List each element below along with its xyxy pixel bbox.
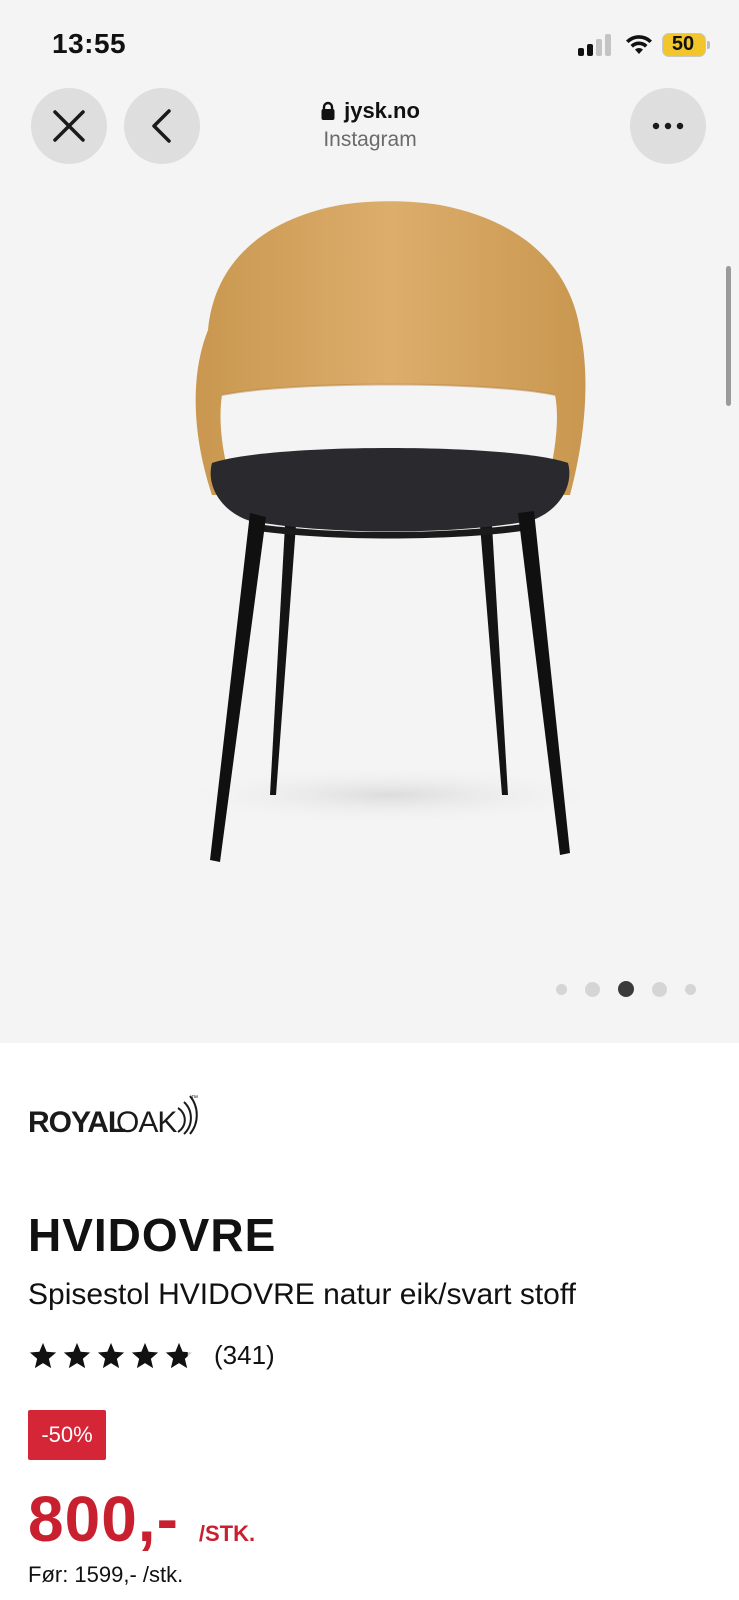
url-domain: jysk.no xyxy=(344,98,420,123)
review-count[interactable]: (341) xyxy=(214,1340,275,1371)
product-description: Spisestol HVIDOVRE natur eik/svart stoff xyxy=(28,1278,576,1311)
chevron-left-icon xyxy=(152,109,171,143)
rating-stars xyxy=(28,1341,194,1371)
carousel-dot[interactable] xyxy=(585,981,600,997)
carousel-dot[interactable] xyxy=(652,981,667,997)
old-price: Før: 1599,- /stk. xyxy=(28,1562,184,1587)
carousel-dots[interactable] xyxy=(556,979,696,999)
back-button[interactable] xyxy=(124,88,200,164)
status-time: 13:55 xyxy=(52,28,127,59)
battery-tip xyxy=(707,41,710,49)
signal-icon xyxy=(578,34,614,56)
price-row: 800,- /STK. xyxy=(28,1482,255,1556)
product-gallery[interactable]: 13:55 50 jysk.no Instagram xyxy=(0,0,739,1043)
scroll-indicator[interactable] xyxy=(726,266,731,406)
price: 800,- xyxy=(28,1483,179,1555)
brand-logo-oak: OAK xyxy=(116,1106,177,1139)
url-source: Instagram xyxy=(323,128,417,151)
product-name: HVIDOVRE xyxy=(28,1209,277,1261)
chair-photo xyxy=(160,201,620,862)
price-unit: /STK. xyxy=(198,1521,256,1546)
star-icon xyxy=(29,1342,57,1368)
carousel-dot[interactable] xyxy=(685,983,696,995)
address-bar[interactable]: jysk.no Instagram xyxy=(270,98,470,152)
discount-badge: -50% xyxy=(28,1410,106,1460)
battery-level: 50 xyxy=(671,33,695,55)
star-icon xyxy=(131,1342,159,1368)
brand-logo-tm: ™ xyxy=(191,1095,198,1102)
star-icon xyxy=(97,1342,125,1368)
carousel-dot[interactable] xyxy=(556,983,567,995)
wifi-icon xyxy=(626,35,652,54)
close-icon xyxy=(53,110,85,142)
brand-logo[interactable]: ROYAL OAK ™ xyxy=(28,1088,208,1144)
battery-icon: 50 xyxy=(662,33,706,57)
close-button[interactable] xyxy=(31,88,107,164)
carousel-dot-active[interactable] xyxy=(618,981,634,997)
lock-icon xyxy=(321,101,335,120)
star-partial-icon xyxy=(165,1342,193,1368)
product-rating[interactable]: (341) xyxy=(28,1340,275,1371)
status-bar: 13:55 50 xyxy=(0,0,739,80)
star-icon xyxy=(63,1342,91,1368)
more-button[interactable] xyxy=(630,88,706,164)
brand-logo-royal: ROYAL xyxy=(28,1106,126,1139)
more-icon xyxy=(652,122,684,130)
